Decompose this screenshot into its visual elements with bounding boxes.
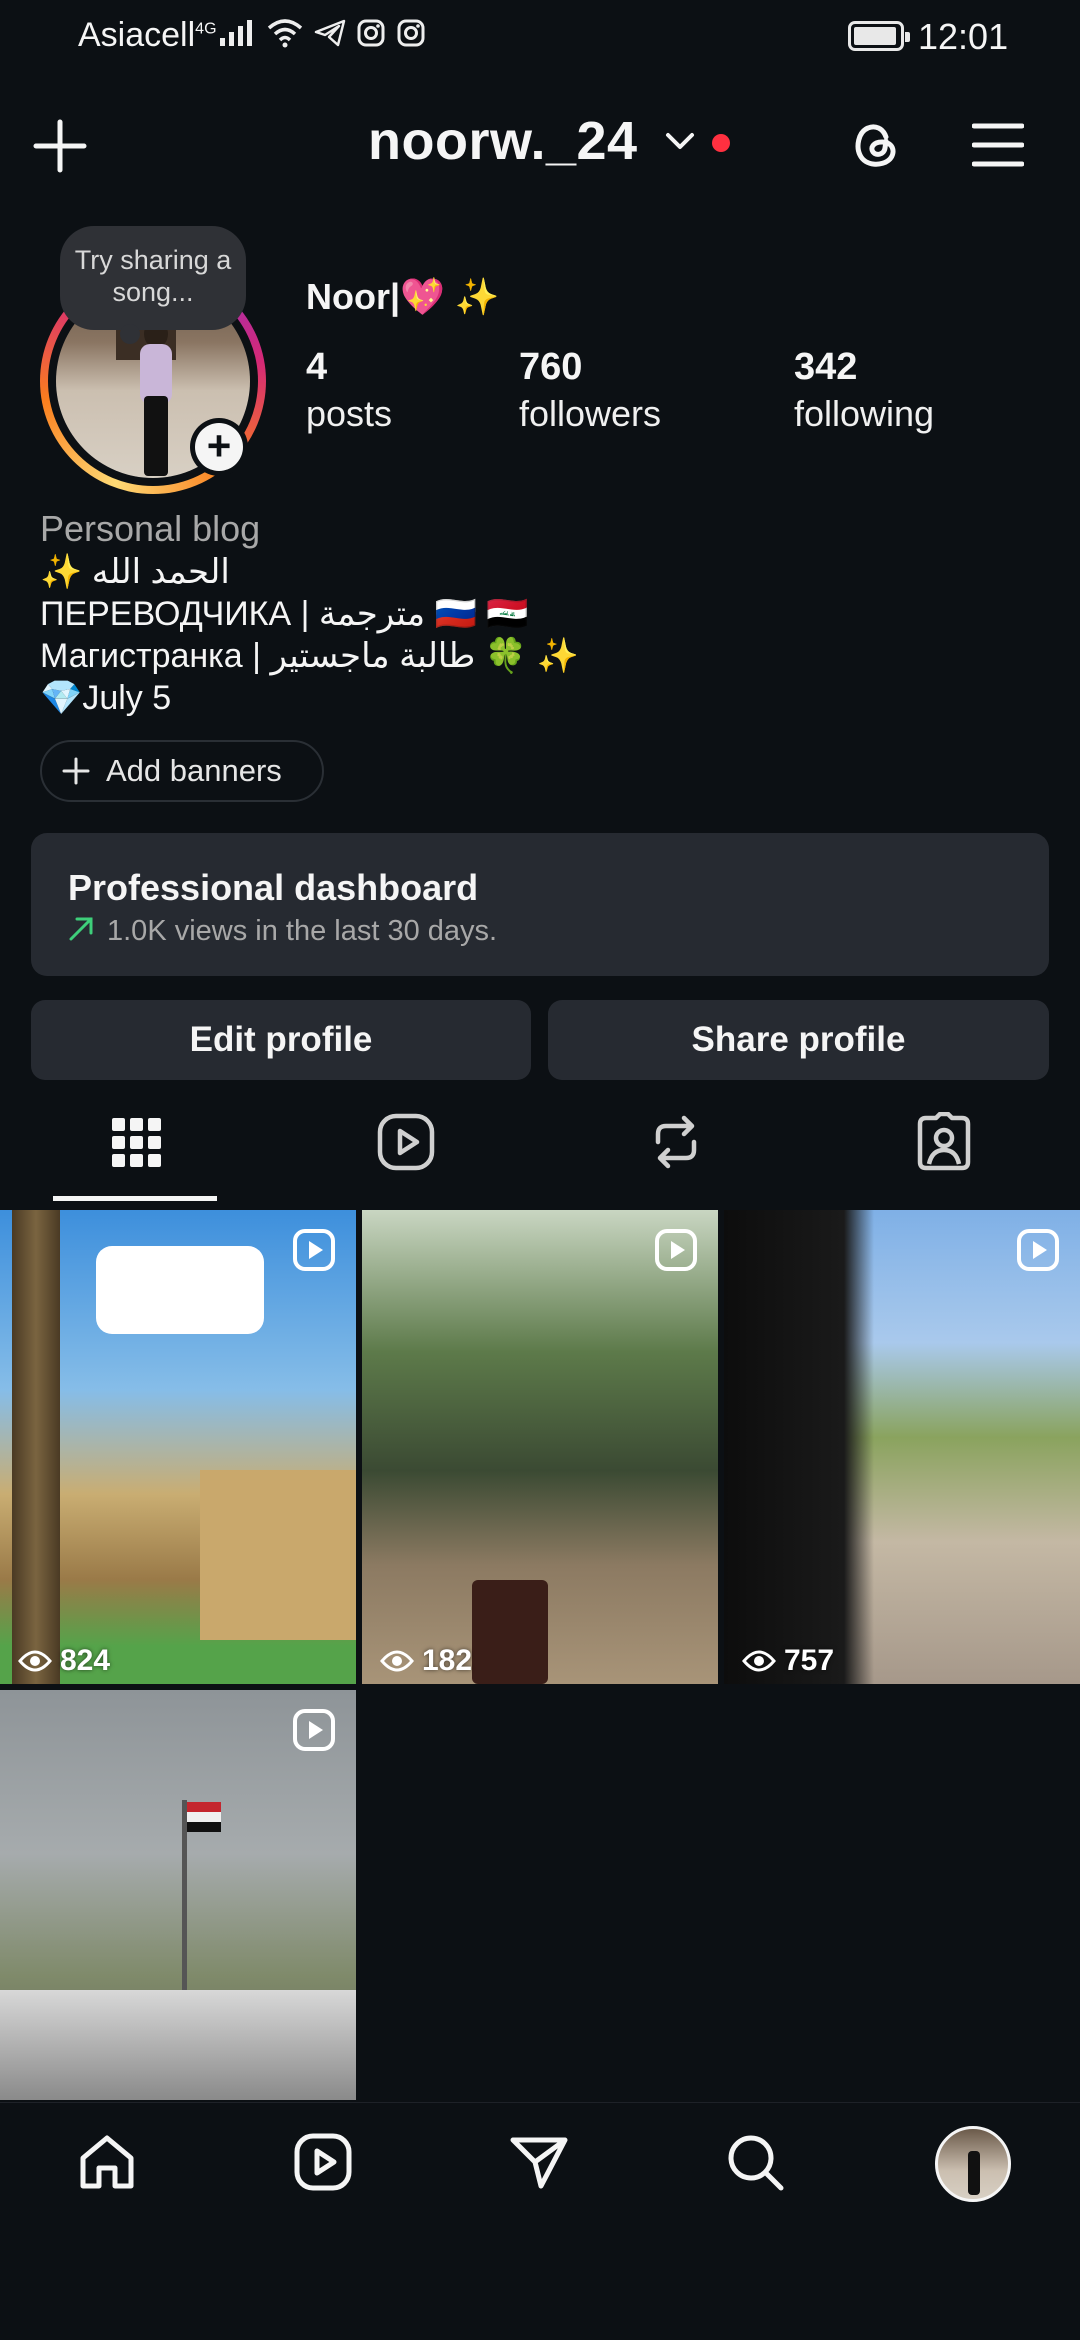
professional-dashboard-card[interactable]: Professional dashboard 1.0K views in the… — [31, 833, 1049, 976]
stat-followers[interactable]: 760 followers — [519, 346, 661, 435]
reels-tab-icon[interactable] — [376, 1112, 436, 1172]
post-thumbnail[interactable]: 182 — [362, 1210, 718, 1684]
trend-up-icon — [69, 917, 93, 941]
eye-icon — [380, 1650, 414, 1672]
reel-badge-icon — [655, 1229, 697, 1271]
tagged-icon[interactable] — [914, 1112, 974, 1172]
reel-badge-icon — [1017, 1229, 1059, 1271]
bio-line: Магистранка | طالبة ماجستير 🍀 ✨ — [40, 637, 579, 675]
active-tab-indicator — [53, 1196, 217, 1201]
stat-value: 760 — [519, 346, 583, 388]
post-view-count: 824 — [18, 1644, 110, 1678]
account-username[interactable]: noorw._24 — [368, 110, 638, 172]
plus-icon — [62, 757, 90, 785]
menu-icon[interactable] — [972, 120, 1024, 170]
post-thumbnail[interactable]: 757 — [724, 1210, 1080, 1684]
person-silhouette — [724, 1210, 874, 1684]
edit-profile-button[interactable]: Edit profile — [31, 1000, 531, 1080]
clock: 12:01 — [918, 16, 1009, 57]
flag-red — [187, 1802, 221, 1812]
stat-posts[interactable]: 4 posts — [306, 346, 392, 435]
battery-icon — [848, 21, 910, 51]
status-bar: Asiacell4G 12:01 — [0, 0, 1080, 80]
home-icon[interactable] — [75, 2130, 139, 2194]
instagram-icon — [357, 19, 385, 47]
coffee-cup — [472, 1580, 548, 1684]
flag-white — [187, 1812, 221, 1822]
post-caption-card — [96, 1246, 264, 1334]
post-view-count: 182 — [380, 1644, 472, 1678]
post-thumbnail[interactable] — [0, 1690, 356, 2100]
create-plus-icon[interactable] — [32, 118, 88, 174]
eye-icon — [18, 1650, 52, 1672]
stat-label: following — [794, 393, 935, 434]
add-banners-button[interactable]: Add banners — [40, 740, 324, 802]
dashboard-subtitle: 1.0K views in the last 30 days. — [107, 915, 498, 947]
threads-icon[interactable] — [846, 115, 906, 175]
bio-line: 💎July 5 — [40, 679, 172, 717]
bio-line: ✨ الحمد الله — [40, 553, 230, 591]
telegram-icon — [314, 19, 346, 47]
stat-label: posts — [306, 393, 393, 434]
palm-trunk — [12, 1210, 60, 1684]
flag-black — [187, 1822, 221, 1832]
note-bubble[interactable]: Try sharing a song... — [60, 226, 246, 344]
post-thumbnail[interactable]: 824 — [0, 1210, 356, 1684]
messages-icon[interactable] — [507, 2130, 571, 2194]
bio-line: ПЕРЕВОДЧИКА | مترجمة 🇷🇺 🇮🇶 — [40, 595, 529, 633]
chevron-down-icon[interactable] — [664, 130, 696, 152]
network-type: 4G — [195, 20, 217, 38]
stat-following[interactable]: 342 following — [794, 346, 934, 435]
building — [200, 1470, 356, 1640]
reel-badge-icon — [293, 1229, 335, 1271]
carrier-label: Asiacell4G — [78, 16, 217, 54]
dashboard-title: Professional dashboard — [68, 867, 479, 908]
reposts-icon[interactable] — [646, 1112, 706, 1172]
notification-dot — [712, 134, 730, 152]
share-profile-button[interactable]: Share profile — [548, 1000, 1049, 1080]
reels-icon[interactable] — [291, 2130, 355, 2194]
signal-icon — [220, 20, 252, 46]
stat-label: followers — [519, 393, 662, 434]
post-view-count: 757 — [742, 1644, 834, 1678]
stat-value: 342 — [794, 346, 858, 388]
reel-badge-icon — [293, 1709, 335, 1751]
add-banners-label: Add banners — [106, 753, 282, 788]
profile-avatar-nav[interactable] — [935, 2126, 1011, 2202]
status-icons — [218, 18, 426, 48]
search-icon[interactable] — [723, 2130, 787, 2194]
wifi-icon — [267, 19, 303, 48]
eye-icon — [742, 1650, 776, 1672]
profile-category: Personal blog — [40, 508, 261, 549]
grid-icon[interactable] — [106, 1112, 166, 1172]
cars — [0, 1990, 356, 2100]
instagram-icon-2 — [397, 19, 425, 47]
stat-value: 4 — [306, 346, 328, 388]
plus-icon: + — [195, 423, 243, 471]
add-story-button[interactable]: + — [190, 418, 248, 476]
display-name: Noor|💖 ✨ — [306, 276, 500, 317]
